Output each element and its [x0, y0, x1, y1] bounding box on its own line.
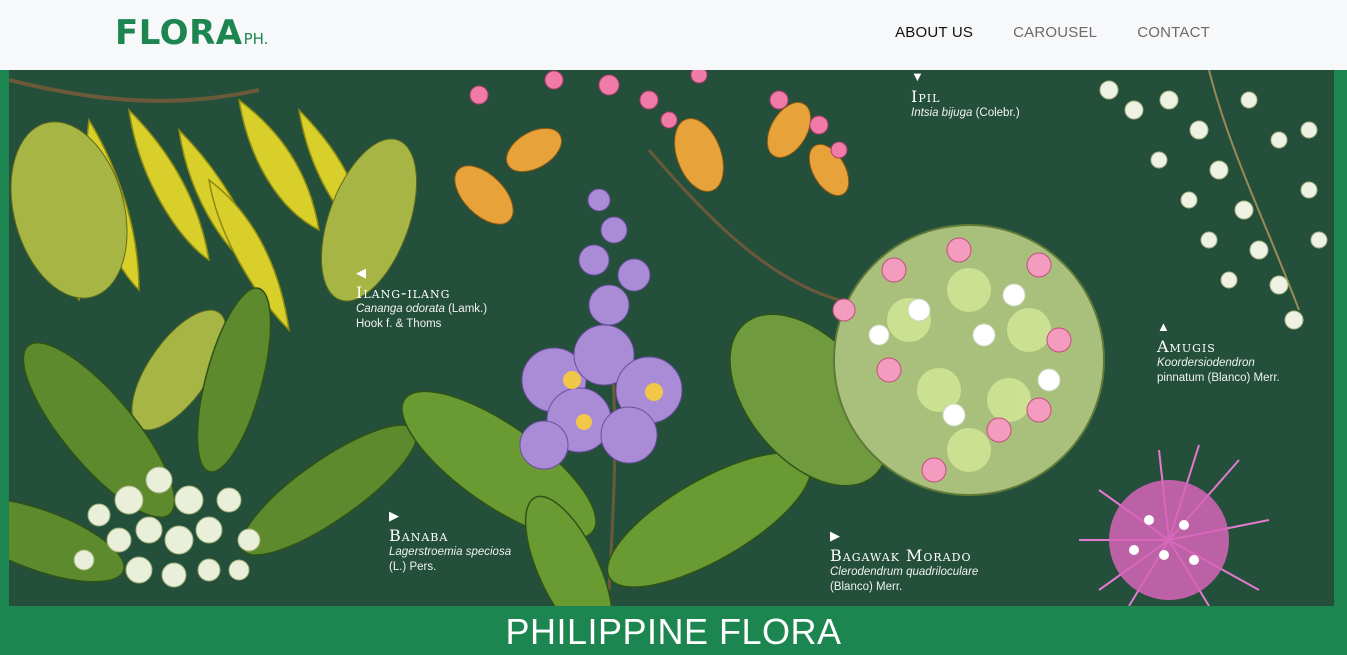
- plant-label-ilang-ilang: ◀ Ilang-ilang Cananga odorata (Lamk.) Ho…: [356, 266, 487, 332]
- plant-scientific-name: Clerodendrum quadriloculare: [830, 566, 979, 578]
- up-arrow-icon: ▲: [1157, 319, 1170, 334]
- plant-scientific-name: Lagerstroemia speciosa: [389, 546, 512, 558]
- plant-scientific-name: Cananga odorata (Lamk.): [356, 303, 488, 315]
- plant-label-banaba: ▶ Banaba Lagerstroemia speciosa (L.) Per…: [389, 509, 511, 575]
- left-arrow-icon: ◀: [356, 265, 366, 280]
- plant-scientific-name: Intsia bijuga (Colebr.): [911, 107, 1020, 119]
- right-arrow-icon: ▶: [389, 508, 399, 523]
- navbar: FLORA PH. ABOUT US CAROUSEL CONTACT: [0, 0, 1347, 70]
- main-nav: ABOUT US CAROUSEL CONTACT: [895, 24, 1210, 41]
- brand-logo[interactable]: FLORA PH.: [115, 13, 268, 53]
- plant-label-amugis: ▲ Amugis Koordersiodendron pinnatum (Bla…: [1157, 320, 1280, 386]
- page-title: PHILIPPINE FLORA: [505, 611, 842, 652]
- plant-label-bagawak-morado: ▶ Bagawak Morado Clerodendrum quadrilocu…: [830, 529, 978, 595]
- plant-author: Hook f. & Thoms: [356, 318, 442, 330]
- nav-carousel[interactable]: CAROUSEL: [1013, 24, 1097, 41]
- botanical-illustration: [9, 70, 1328, 606]
- plant-name: Ilang-ilang: [356, 283, 451, 302]
- hero-banner: ▼ Ipil Intsia bijuga (Colebr.) ◀ Ilang-i…: [9, 70, 1334, 606]
- plant-label-ipil: ▼ Ipil Intsia bijuga (Colebr.): [911, 70, 1020, 121]
- plant-author: (Blanco) Merr.: [830, 581, 903, 593]
- down-arrow-icon: ▼: [911, 70, 924, 84]
- right-arrow-icon: ▶: [830, 528, 840, 543]
- brand-suffix: PH.: [243, 30, 269, 48]
- plant-name: Bagawak Morado: [830, 546, 972, 565]
- plant-name: Banaba: [389, 526, 449, 545]
- plant-name: Ipil: [911, 87, 941, 106]
- plant-author: (L.) Pers.: [389, 561, 437, 573]
- brand-name: FLORA: [115, 13, 243, 53]
- plant-scientific-name: Koordersiodendron: [1157, 357, 1255, 369]
- plant-author: pinnatum (Blanco) Merr.: [1157, 372, 1280, 384]
- plant-name: Amugis: [1157, 337, 1216, 356]
- nav-about-us[interactable]: ABOUT US: [895, 24, 973, 41]
- nav-contact[interactable]: CONTACT: [1137, 24, 1210, 41]
